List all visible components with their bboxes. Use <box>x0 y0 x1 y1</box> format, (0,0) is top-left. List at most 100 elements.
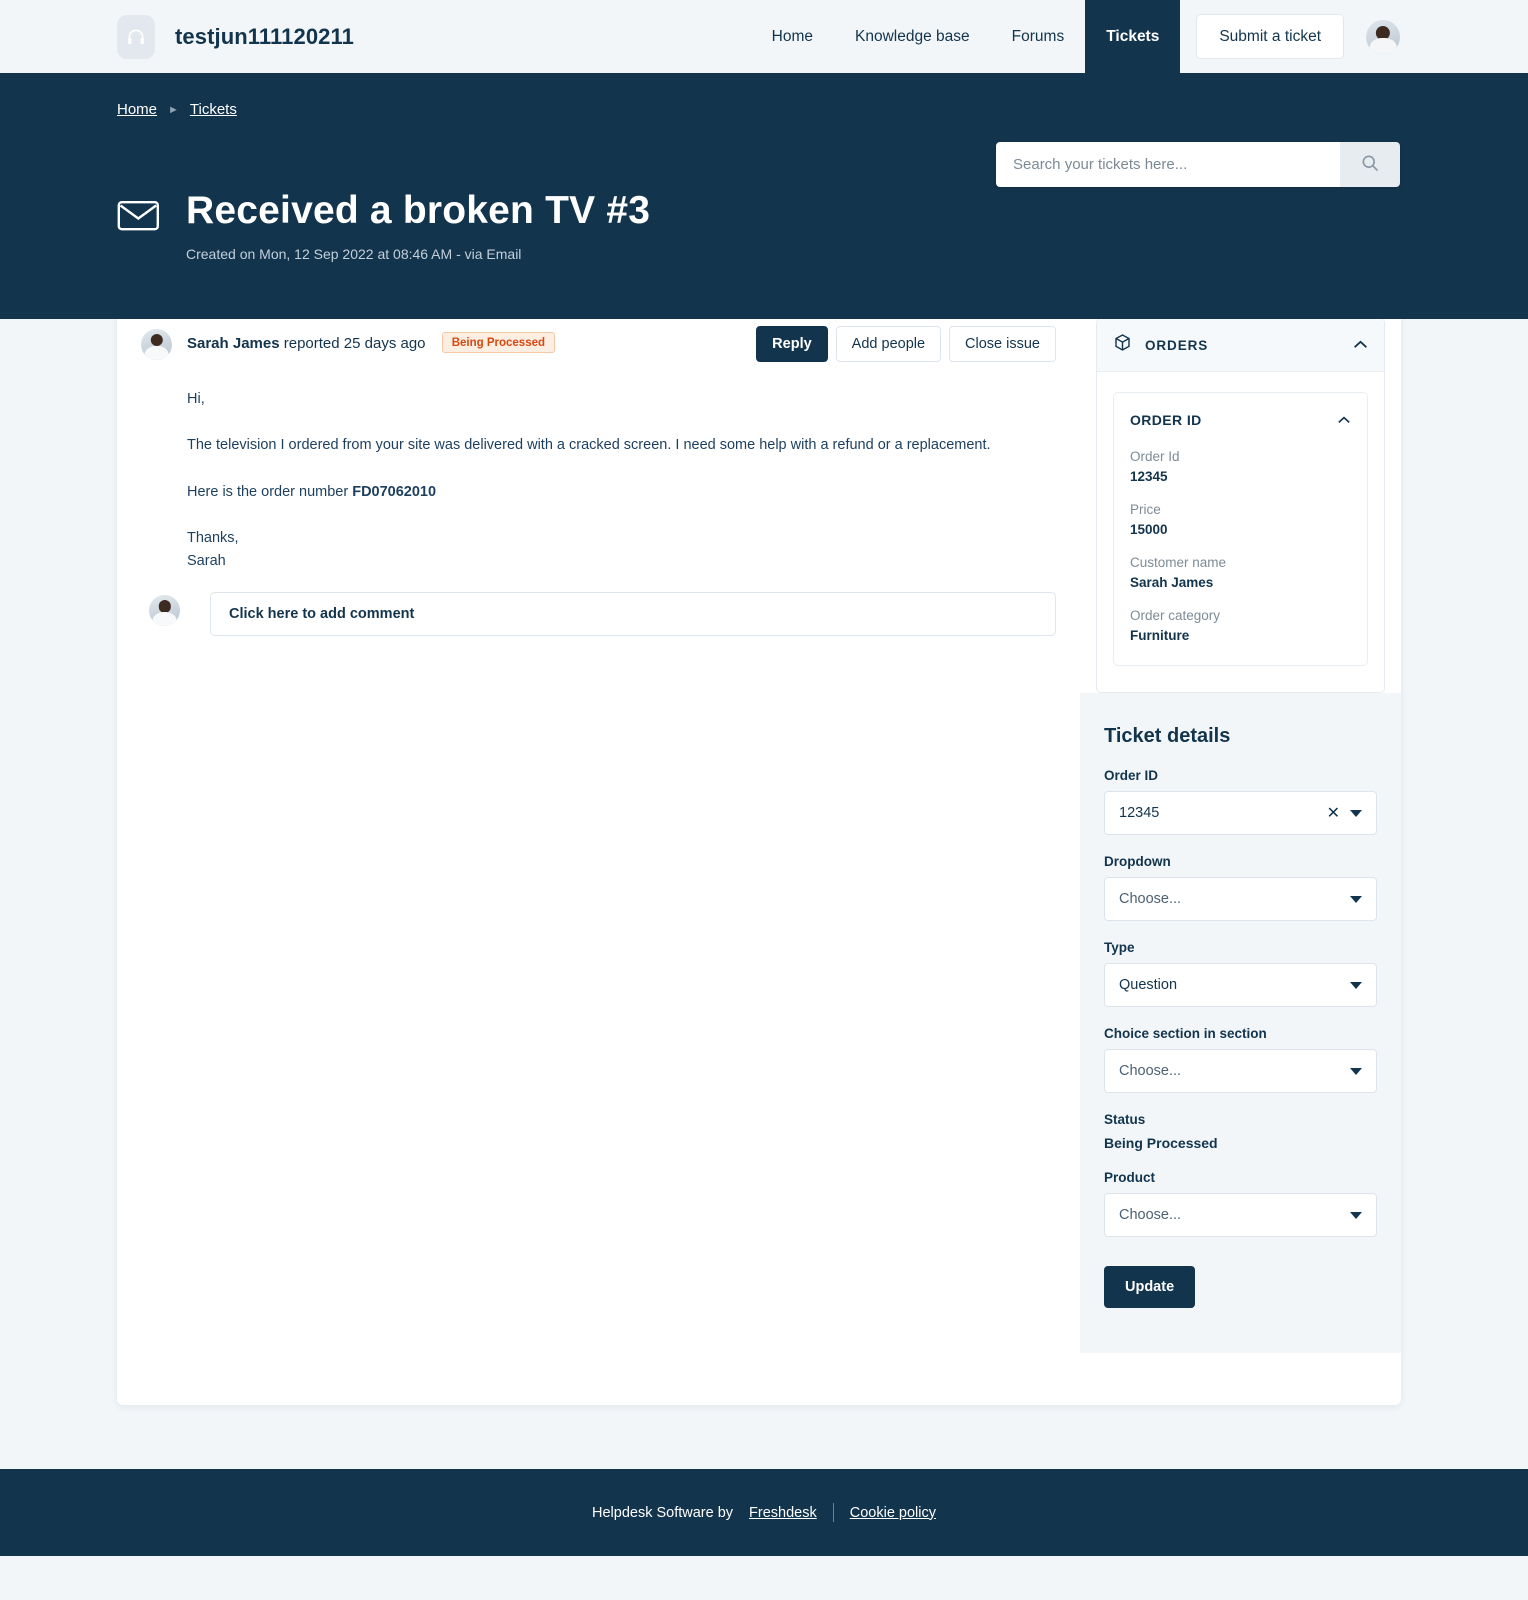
ticket-actions: Reply Add people Close issue <box>756 326 1056 362</box>
brand-name: testjun111120211 <box>175 23 354 49</box>
reporter-avatar <box>141 329 172 360</box>
ticket-header: Received a broken TV #3 Created on Mon, … <box>117 189 1411 262</box>
breadcrumb: Home ► Tickets <box>117 73 1411 118</box>
update-button[interactable]: Update <box>1104 1266 1196 1308</box>
footer-text: Helpdesk Software by <box>592 1504 734 1521</box>
order-id-value: 12345 <box>1119 805 1160 821</box>
reply-button[interactable]: Reply <box>756 326 828 362</box>
field-value: Sarah James <box>1130 575 1214 590</box>
chevron-down-icon <box>1350 809 1362 817</box>
order-field-price: Price 15000 <box>1130 502 1351 537</box>
type-value: Question <box>1119 977 1178 993</box>
order-field-customer-name: Customer name Sarah James <box>1130 555 1351 590</box>
ticket-search <box>996 142 1400 187</box>
product-value: Choose... <box>1119 1207 1182 1223</box>
brand[interactable]: testjun111120211 <box>117 14 354 59</box>
orders-card: ORDERS ORDER ID Order Id 12345 Price 150… <box>1096 318 1385 693</box>
search-button[interactable] <box>1340 142 1400 187</box>
product-select[interactable]: Choose... <box>1104 1193 1377 1237</box>
message-signature: Sarah <box>187 552 226 569</box>
ticket-created-meta: Created on Mon, 12 Sep 2022 at 08:46 AM … <box>186 245 522 262</box>
label-status: Status <box>1104 1112 1146 1127</box>
reported-time: reported 25 days ago <box>283 335 426 352</box>
message-text: The television I ordered from your site … <box>187 437 991 454</box>
dropdown-select[interactable]: Choose... <box>1104 877 1377 921</box>
field-value: 12345 <box>1130 469 1168 484</box>
status-badge: Being Processed <box>441 332 556 353</box>
order-id-card-title: ORDER ID <box>1130 412 1202 428</box>
order-id-card-header[interactable]: ORDER ID <box>1130 411 1351 429</box>
message-order-line: Here is the order number FD07062010 <box>187 481 1056 503</box>
chevron-down-icon <box>1350 1067 1362 1075</box>
reporter-line: Sarah James reported 25 days ago Being P… <box>187 326 556 353</box>
nav-item-home[interactable]: Home <box>751 0 834 73</box>
package-icon <box>1113 333 1132 357</box>
order-field-order-category: Order category Furniture <box>1130 608 1351 643</box>
envelope-icon <box>117 199 160 237</box>
page-footer: Helpdesk Software by Freshdesk Cookie po… <box>0 1469 1528 1556</box>
breadcrumb-tickets[interactable]: Tickets <box>190 101 237 118</box>
ticket-card: Sarah James reported 25 days ago Being P… <box>117 300 1401 1405</box>
add-comment-row: Click here to add comment <box>141 592 1056 637</box>
label-choice-section: Choice section in section <box>1104 1026 1267 1041</box>
content-area: Sarah James reported 25 days ago Being P… <box>0 300 1528 1405</box>
ticket-hero: Home ► Tickets Received <box>0 73 1528 319</box>
conversation-header: Sarah James reported 25 days ago Being P… <box>141 326 1056 362</box>
page-root: testjun111120211 Home Knowledge base For… <box>0 0 1528 1600</box>
page-title: Received a broken TV #3 <box>186 189 651 232</box>
choice-section-value: Choose... <box>1119 1063 1182 1079</box>
order-line-prefix: Here is the order number <box>187 483 353 500</box>
label-type: Type <box>1104 940 1135 955</box>
label-product: Product <box>1104 1170 1156 1185</box>
current-user-avatar <box>149 595 180 627</box>
breadcrumb-separator-icon: ► <box>168 103 179 116</box>
nav-item-knowledge-base[interactable]: Knowledge base <box>834 0 991 73</box>
user-avatar[interactable] <box>1366 19 1400 54</box>
orders-panel: ORDERS ORDER ID Order Id 12345 Price 150… <box>1080 300 1401 693</box>
orders-panel-header[interactable]: ORDERS <box>1097 319 1384 372</box>
add-comment-input[interactable]: Click here to add comment <box>210 592 1056 637</box>
field-label: Order Id <box>1130 449 1180 464</box>
type-select[interactable]: Question <box>1104 963 1377 1007</box>
nav-item-tickets[interactable]: Tickets <box>1085 0 1181 73</box>
order-id-card: ORDER ID Order Id 12345 Price 15000 Cust… <box>1113 392 1368 666</box>
breadcrumb-home[interactable]: Home <box>117 101 157 118</box>
main-nav: Home Knowledge base Forums Tickets Submi… <box>751 0 1400 73</box>
message-body: Hi, The television I ordered from your s… <box>141 388 1056 572</box>
nav-item-forums[interactable]: Forums <box>991 0 1086 73</box>
ticket-details-panel: Ticket details Order ID 12345 ✕ Dropdown… <box>1080 693 1401 1353</box>
order-id-select[interactable]: 12345 ✕ <box>1104 791 1377 835</box>
close-issue-button[interactable]: Close issue <box>949 326 1056 362</box>
chevron-up-icon[interactable] <box>1353 336 1368 354</box>
cookie-policy-link[interactable]: Cookie policy <box>850 1505 936 1521</box>
conversation-column: Sarah James reported 25 days ago Being P… <box>117 300 1080 1405</box>
submit-a-ticket-button[interactable]: Submit a ticket <box>1196 14 1344 59</box>
add-people-button[interactable]: Add people <box>835 326 942 362</box>
chevron-up-icon[interactable] <box>1337 411 1351 429</box>
orders-panel-title: ORDERS <box>1145 337 1209 353</box>
headset-icon <box>117 14 155 59</box>
search-icon <box>1360 153 1380 176</box>
ticket-details-title: Ticket details <box>1104 725 1231 747</box>
field-label: Price <box>1130 502 1161 517</box>
order-number: FD07062010 <box>352 483 437 500</box>
top-navigation-bar: testjun111120211 Home Knowledge base For… <box>0 0 1528 73</box>
chevron-down-icon <box>1350 1211 1362 1219</box>
label-order-id: Order ID <box>1104 768 1159 783</box>
clear-icon[interactable]: ✕ <box>1327 803 1350 823</box>
field-label: Order category <box>1130 608 1221 623</box>
freshdesk-link[interactable]: Freshdesk <box>749 1505 817 1521</box>
message-signoff: Thanks, <box>187 530 239 547</box>
ticket-sidebar: ORDERS ORDER ID Order Id 12345 Price 150… <box>1080 300 1401 1405</box>
field-label: Customer name <box>1130 555 1227 570</box>
chevron-down-icon <box>1350 895 1362 903</box>
choice-section-select[interactable]: Choose... <box>1104 1049 1377 1093</box>
message-greeting: Hi, <box>187 391 205 407</box>
status-value: Being Processed <box>1104 1135 1218 1151</box>
reporter-name: Sarah James <box>187 335 280 352</box>
field-value: 15000 <box>1130 522 1168 537</box>
label-dropdown: Dropdown <box>1104 854 1171 869</box>
order-field-order-id: Order Id 12345 <box>1130 449 1351 484</box>
search-input[interactable] <box>996 142 1340 187</box>
chevron-down-icon <box>1350 981 1362 989</box>
